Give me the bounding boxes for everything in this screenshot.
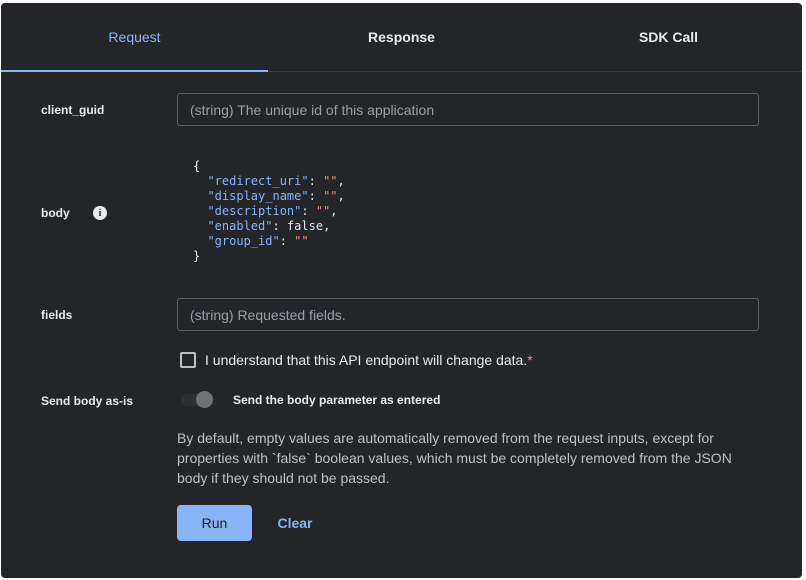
info-icon[interactable]: i	[93, 206, 107, 220]
help-note: By default, empty values are automatical…	[177, 430, 732, 486]
json-comma: ,	[323, 219, 331, 233]
tab-sdk-call-label: SDK Call	[638, 29, 699, 45]
required-mark: *	[527, 352, 533, 368]
send-body-as-is-description: Send the body parameter as entered	[233, 393, 441, 407]
json-comma: ,	[330, 204, 338, 218]
send-body-as-is-label: Send body as-is	[41, 394, 134, 408]
json-comma: ,	[337, 174, 345, 188]
confirm-checkbox[interactable]	[180, 352, 196, 368]
json-key: "display_name"	[207, 189, 309, 203]
confirm-label: I understand that this API endpoint will…	[205, 352, 533, 368]
tab-request-label: Request	[108, 29, 161, 45]
json-key: "enabled"	[207, 219, 273, 233]
json-value: ""	[323, 189, 338, 203]
json-close-brace: }	[193, 249, 201, 263]
json-key: "redirect_uri"	[207, 174, 309, 188]
json-value: false	[286, 219, 324, 233]
fields-input[interactable]	[177, 298, 759, 331]
run-button[interactable]: Run	[177, 505, 252, 541]
tab-response[interactable]: Response	[268, 3, 535, 71]
tab-request[interactable]: Request	[1, 3, 268, 72]
send-body-as-is-toggle[interactable]	[179, 391, 215, 408]
json-key: "group_id"	[207, 234, 280, 248]
toggle-thumb	[196, 391, 213, 408]
json-value: ""	[323, 174, 338, 188]
api-explorer-panel: Request Response SDK Call client_guid bo…	[1, 3, 802, 578]
client-guid-label: client_guid	[41, 103, 105, 117]
clear-button[interactable]: Clear	[267, 505, 323, 541]
json-open-brace: {	[193, 159, 201, 173]
body-label: body	[41, 206, 70, 220]
body-json-editor[interactable]: { "redirect_uri": "", "display_name": ""…	[193, 159, 345, 264]
client-guid-input[interactable]	[177, 93, 759, 126]
tab-response-label: Response	[368, 29, 435, 45]
tab-bar: Request Response SDK Call	[1, 3, 802, 72]
confirm-text: I understand that this API endpoint will…	[205, 352, 528, 368]
json-comma: ,	[337, 189, 345, 203]
json-key: "description"	[207, 204, 302, 218]
tab-sdk-call[interactable]: SDK Call	[535, 3, 802, 71]
json-value: ""	[294, 234, 309, 248]
fields-label: fields	[41, 308, 73, 322]
json-value: ""	[315, 204, 331, 218]
